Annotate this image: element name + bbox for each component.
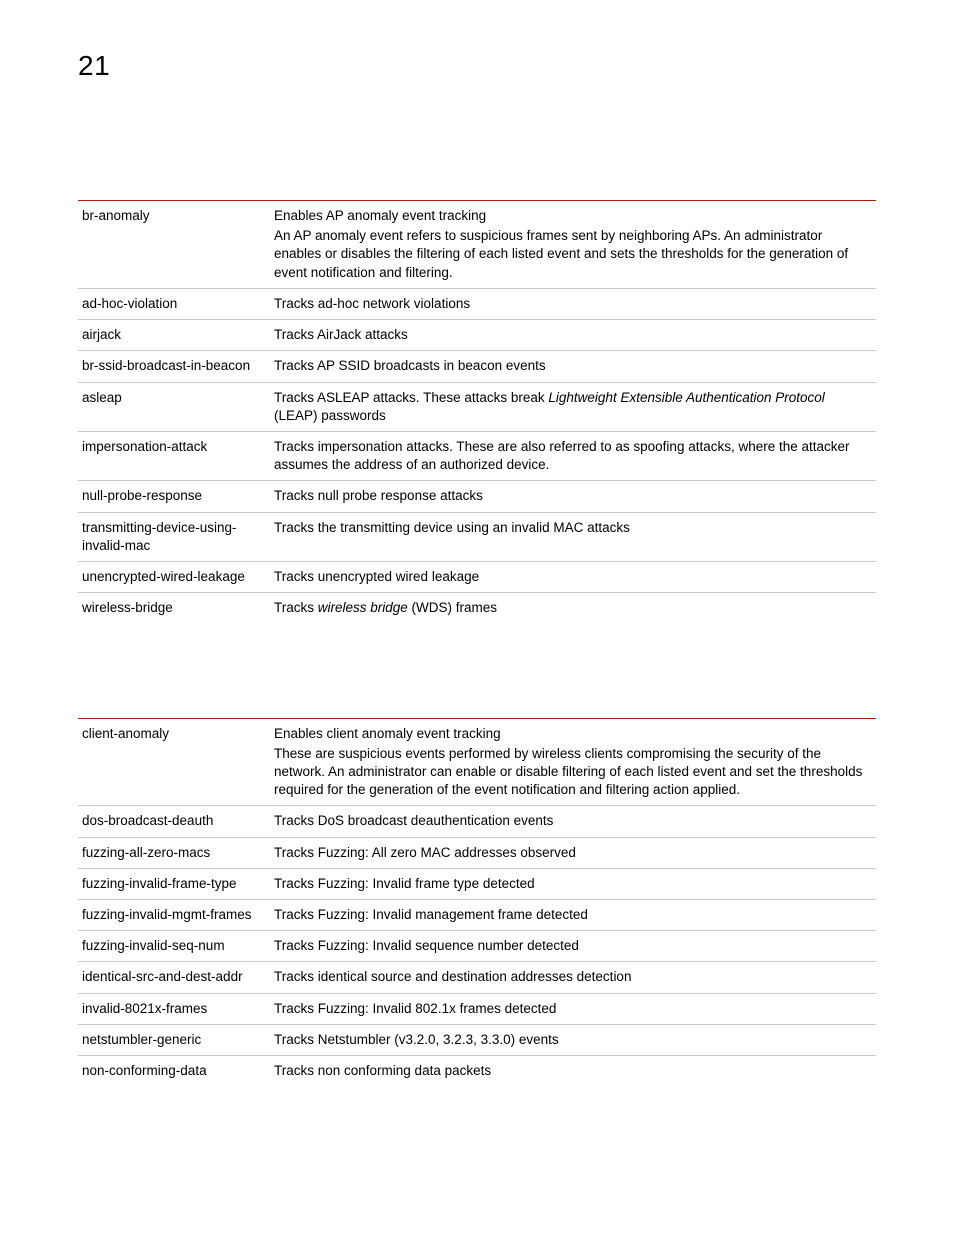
term: impersonation-attack bbox=[78, 438, 274, 474]
table-gap bbox=[78, 624, 876, 718]
table-row: asleap Tracks ASLEAP attacks. These atta… bbox=[78, 383, 876, 432]
table-row: identical-src-and-dest-addr Tracks ident… bbox=[78, 962, 876, 993]
term: airjack bbox=[78, 326, 274, 344]
table-row: airjack Tracks AirJack attacks bbox=[78, 320, 876, 351]
term: non-conforming-data bbox=[78, 1062, 274, 1080]
description: Tracks ASLEAP attacks. These attacks bre… bbox=[274, 389, 876, 425]
term: client-anomaly bbox=[78, 725, 274, 800]
description: Tracks Fuzzing: Invalid management frame… bbox=[274, 906, 876, 924]
desc-line: Enables client anomaly event tracking bbox=[274, 725, 872, 743]
term: unencrypted-wired-leakage bbox=[78, 568, 274, 586]
term: invalid-8021x-frames bbox=[78, 1000, 274, 1018]
desc-suffix: (LEAP) passwords bbox=[274, 408, 386, 423]
description: Tracks impersonation attacks. These are … bbox=[274, 438, 876, 474]
table-row: fuzzing-all-zero-macs Tracks Fuzzing: Al… bbox=[78, 838, 876, 869]
desc-para: These are suspicious events performed by… bbox=[274, 745, 872, 800]
term: fuzzing-invalid-mgmt-frames bbox=[78, 906, 274, 924]
description: Tracks AP SSID broadcasts in beacon even… bbox=[274, 357, 876, 375]
term: wireless-bridge bbox=[78, 599, 274, 617]
table-row: netstumbler-generic Tracks Netstumbler (… bbox=[78, 1025, 876, 1056]
description: Tracks identical source and destination … bbox=[274, 968, 876, 986]
table-row: unencrypted-wired-leakage Tracks unencry… bbox=[78, 562, 876, 593]
term: transmitting-device-using-invalid-mac bbox=[78, 519, 274, 555]
table-row: transmitting-device-using-invalid-mac Tr… bbox=[78, 513, 876, 562]
table-row: invalid-8021x-frames Tracks Fuzzing: Inv… bbox=[78, 994, 876, 1025]
description: Tracks Fuzzing: Invalid 802.1x frames de… bbox=[274, 1000, 876, 1018]
desc-line: Enables AP anomaly event tracking bbox=[274, 207, 872, 225]
page-number: 21 bbox=[78, 50, 876, 82]
term: identical-src-and-dest-addr bbox=[78, 968, 274, 986]
table-row: wireless-bridge Tracks wireless bridge (… bbox=[78, 593, 876, 623]
table-row: impersonation-attack Tracks impersonatio… bbox=[78, 432, 876, 481]
term: dos-broadcast-deauth bbox=[78, 812, 274, 830]
description: Tracks the transmitting device using an … bbox=[274, 519, 876, 555]
table-row: fuzzing-invalid-mgmt-frames Tracks Fuzzi… bbox=[78, 900, 876, 931]
desc-prefix: Tracks bbox=[274, 600, 318, 615]
term: null-probe-response bbox=[78, 487, 274, 505]
table-row: client-anomaly Enables client anomaly ev… bbox=[78, 719, 876, 807]
term: br-ssid-broadcast-in-beacon bbox=[78, 357, 274, 375]
description: Tracks unencrypted wired leakage bbox=[274, 568, 876, 586]
description: Tracks Fuzzing: Invalid sequence number … bbox=[274, 937, 876, 955]
description: Tracks AirJack attacks bbox=[274, 326, 876, 344]
table-row: null-probe-response Tracks null probe re… bbox=[78, 481, 876, 512]
description: Tracks non conforming data packets bbox=[274, 1062, 876, 1080]
term: fuzzing-all-zero-macs bbox=[78, 844, 274, 862]
table-row: br-ssid-broadcast-in-beacon Tracks AP SS… bbox=[78, 351, 876, 382]
term: br-anomaly bbox=[78, 207, 274, 282]
table-row: dos-broadcast-deauth Tracks DoS broadcas… bbox=[78, 806, 876, 837]
desc-italic: wireless bridge bbox=[318, 600, 408, 615]
table-row: fuzzing-invalid-seq-num Tracks Fuzzing: … bbox=[78, 931, 876, 962]
table-row: non-conforming-data Tracks non conformin… bbox=[78, 1056, 876, 1086]
table-ap-anomaly: br-anomaly Enables AP anomaly event trac… bbox=[78, 200, 876, 624]
term: fuzzing-invalid-frame-type bbox=[78, 875, 274, 893]
desc-para: An AP anomaly event refers to suspicious… bbox=[274, 227, 872, 282]
table-row: fuzzing-invalid-frame-type Tracks Fuzzin… bbox=[78, 869, 876, 900]
description: Tracks ad-hoc network violations bbox=[274, 295, 876, 313]
description: Enables AP anomaly event tracking An AP … bbox=[274, 207, 876, 282]
description: Enables client anomaly event tracking Th… bbox=[274, 725, 876, 800]
desc-italic: Lightweight Extensible Authentication Pr… bbox=[548, 390, 824, 405]
desc-prefix: Tracks ASLEAP attacks. These attacks bre… bbox=[274, 390, 548, 405]
description: Tracks null probe response attacks bbox=[274, 487, 876, 505]
description: Tracks Fuzzing: Invalid frame type detec… bbox=[274, 875, 876, 893]
description: Tracks Fuzzing: All zero MAC addresses o… bbox=[274, 844, 876, 862]
term: asleap bbox=[78, 389, 274, 425]
term: ad-hoc-violation bbox=[78, 295, 274, 313]
term: fuzzing-invalid-seq-num bbox=[78, 937, 274, 955]
description: Tracks wireless bridge (WDS) frames bbox=[274, 599, 876, 617]
desc-suffix: (WDS) frames bbox=[408, 600, 497, 615]
description: Tracks Netstumbler (v3.2.0, 3.2.3, 3.3.0… bbox=[274, 1031, 876, 1049]
table-client-anomaly: client-anomaly Enables client anomaly ev… bbox=[78, 718, 876, 1087]
table-row: br-anomaly Enables AP anomaly event trac… bbox=[78, 201, 876, 289]
table-row: ad-hoc-violation Tracks ad-hoc network v… bbox=[78, 289, 876, 320]
description: Tracks DoS broadcast deauthentication ev… bbox=[274, 812, 876, 830]
term: netstumbler-generic bbox=[78, 1031, 274, 1049]
